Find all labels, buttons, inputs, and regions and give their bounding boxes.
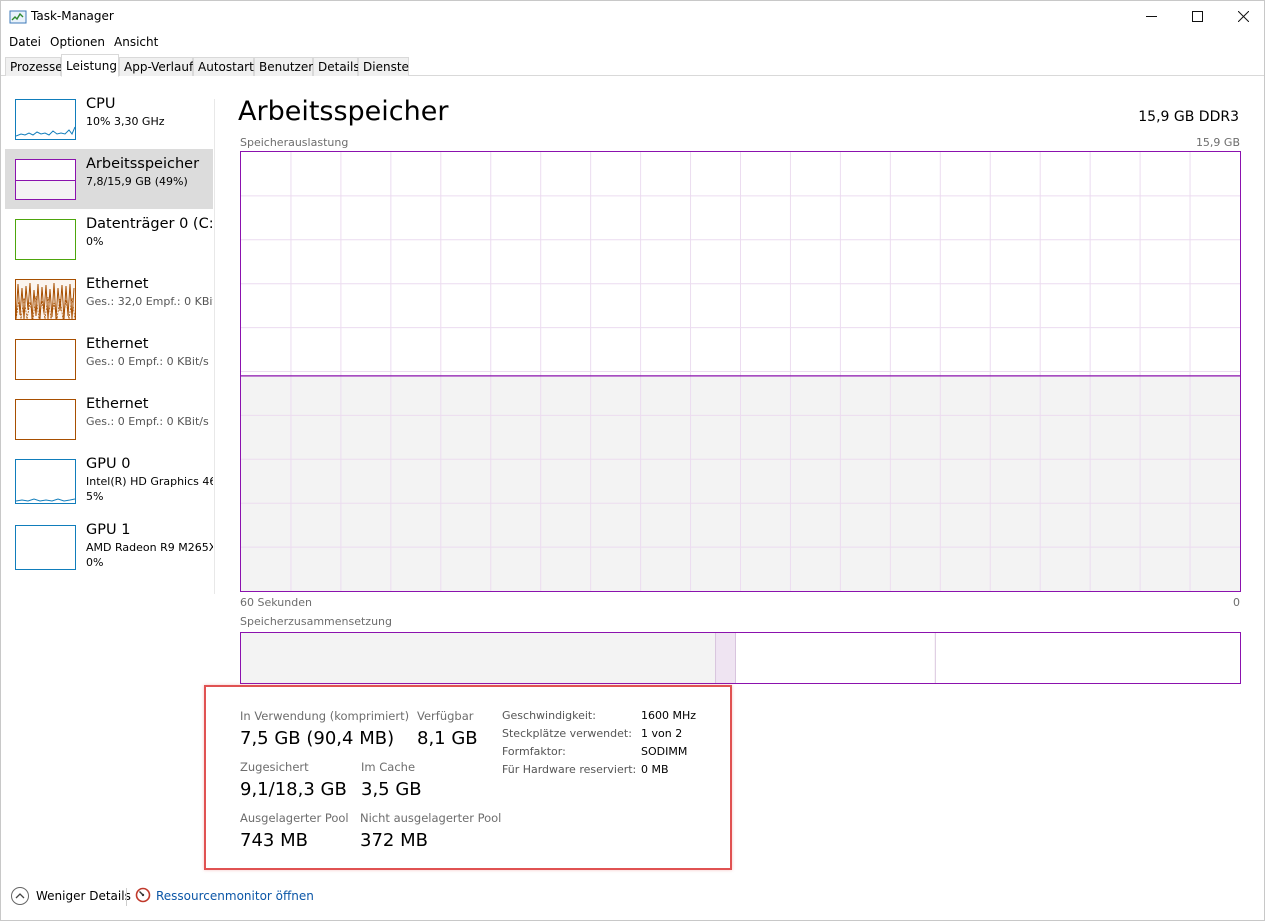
sidebar-item-ethernet-1[interactable]: Ethernet Ges.: 32,0 Empf.: 0 KBit/ — [5, 269, 213, 329]
graph-max-label: 15,9 GB — [1195, 136, 1240, 149]
minimize-button[interactable] — [1128, 1, 1174, 32]
committed-value: 9,1/18,3 GB — [240, 779, 347, 800]
graph-time-right: 0 — [1233, 596, 1240, 609]
slots-value: 1 von 2 — [641, 727, 683, 740]
memory-composition-bar — [240, 632, 1241, 684]
tab-prozesse[interactable]: Prozesse — [5, 57, 63, 76]
memory-spec: 15,9 GB DDR3 — [1138, 109, 1239, 125]
gpu1-thumbnail-graph — [15, 525, 76, 570]
sidebar-item-name: GPU 1 — [86, 522, 131, 538]
gpu0-thumbnail-graph — [15, 459, 76, 504]
nonpaged-pool-value: 372 MB — [360, 830, 428, 851]
in-use-label: In Verwendung (komprimiert) — [240, 709, 410, 723]
close-icon — [1237, 11, 1249, 22]
resource-monitor-icon[interactable] — [135, 887, 151, 903]
sidebar-item-memory[interactable]: Arbeitsspeicher 7,8/15,9 GB (49%) — [5, 149, 213, 209]
menu-bar: Datei Optionen Ansicht — [1, 33, 1264, 53]
tab-bar: Prozesse Leistung App-Verlauf Autostart … — [1, 54, 1264, 77]
window-title: Task-Manager — [31, 9, 114, 23]
sidebar-item-detail: 7,8/15,9 GB (49%) — [86, 175, 188, 188]
sidebar-item-gpu-0[interactable]: GPU 0 Intel(R) HD Graphics 460 5% — [5, 449, 213, 515]
graph-label: Speicherauslastung — [240, 136, 349, 149]
memory-usage-plot — [241, 152, 1240, 591]
page-title: Arbeitsspeicher — [238, 96, 449, 127]
sidebar-item-detail: Ges.: 0 Empf.: 0 KBit/s — [86, 355, 209, 368]
sidebar-item-cpu[interactable]: CPU 10% 3,30 GHz — [5, 89, 213, 149]
sidebar-item-detail: Intel(R) HD Graphics 460 — [86, 475, 213, 488]
disk-thumbnail-graph — [15, 219, 76, 260]
footer-bar: Weniger Details Ressourcenmonitor öffnen — [1, 881, 1264, 913]
sidebar-item-name: Ethernet — [86, 276, 149, 292]
speed-value: 1600 MHz — [641, 709, 697, 722]
task-manager-window: Task-Manager Datei Optionen Ansicht Proz… — [0, 0, 1265, 921]
minimize-icon — [1145, 16, 1157, 17]
graph-time-left: 60 Sekunden — [240, 596, 312, 609]
sidebar-item-name: Datenträger 0 (C: D — [86, 216, 213, 232]
fewer-details-button[interactable]: Weniger Details — [36, 889, 131, 903]
cached-value: 3,5 GB — [361, 779, 422, 800]
slots-label: Steckplätze verwendet: — [502, 727, 632, 740]
sidebar-item-usage: 0% — [86, 556, 104, 569]
resource-monitor-link[interactable]: Ressourcenmonitor öffnen — [156, 889, 314, 903]
sidebar-item-detail: 10% 3,30 GHz — [86, 115, 165, 128]
sidebar-item-ethernet-2[interactable]: Ethernet Ges.: 0 Empf.: 0 KBit/s — [5, 329, 213, 389]
cached-label: Im Cache — [361, 760, 416, 774]
menu-datei[interactable]: Datei — [9, 35, 41, 49]
sidebar-item-name: GPU 0 — [86, 456, 131, 472]
nonpaged-pool-label: Nicht ausgelagerter Pool — [360, 811, 502, 825]
tab-details[interactable]: Details — [313, 57, 360, 76]
memory-usage-graph — [240, 151, 1241, 592]
performance-sidebar: CPU 10% 3,30 GHz Arbeitsspeicher 7,8/15,… — [5, 89, 213, 889]
tab-app-verlauf[interactable]: App-Verlauf — [119, 57, 193, 76]
tab-dienste[interactable]: Dienste — [358, 57, 409, 76]
memory-thumbnail-graph — [15, 159, 76, 200]
menu-ansicht[interactable]: Ansicht — [114, 35, 158, 49]
footer-separator — [126, 888, 127, 906]
sidebar-item-ethernet-3[interactable]: Ethernet Ges.: 0 Empf.: 0 KBit/s — [5, 389, 213, 449]
close-button[interactable] — [1220, 1, 1264, 32]
sidebar-item-usage: 5% — [86, 490, 104, 503]
chevron-up-icon[interactable] — [11, 887, 29, 905]
form-factor-label: Formfaktor: — [502, 745, 566, 758]
sidebar-item-disk[interactable]: Datenträger 0 (C: D 0% — [5, 209, 213, 269]
hardware-reserved-label: Für Hardware reserviert: — [502, 763, 637, 776]
sidebar-item-name: Ethernet — [86, 336, 149, 352]
sidebar-item-name: Ethernet — [86, 396, 149, 412]
tab-autostart[interactable]: Autostart — [193, 57, 254, 76]
committed-label: Zugesichert — [240, 760, 309, 774]
ethernet-thumbnail-graph — [15, 339, 76, 380]
cpu-thumbnail-graph — [15, 99, 76, 140]
sidebar-item-detail: Ges.: 32,0 Empf.: 0 KBit/ — [86, 295, 213, 308]
available-label: Verfügbar — [417, 709, 474, 723]
sidebar-divider — [214, 99, 215, 594]
ethernet-thumbnail-graph — [15, 279, 76, 320]
tab-benutzer[interactable]: Benutzer — [254, 57, 313, 76]
sidebar-item-name: Arbeitsspeicher — [86, 156, 200, 172]
sidebar-item-name: CPU — [86, 96, 116, 112]
speed-label: Geschwindigkeit: — [502, 709, 596, 722]
in-use-value: 7,5 GB (90,4 MB) — [240, 728, 395, 749]
composition-modified — [715, 633, 736, 683]
memory-composition-plot — [241, 633, 936, 683]
title-bar[interactable]: Task-Manager — [1, 1, 1264, 33]
hardware-reserved-value: 0 MB — [641, 763, 669, 776]
maximize-button[interactable] — [1174, 1, 1220, 32]
tab-leistung[interactable]: Leistung — [61, 54, 119, 77]
sidebar-item-detail: Ges.: 0 Empf.: 0 KBit/s — [86, 415, 209, 428]
menu-optionen[interactable]: Optionen — [50, 35, 105, 49]
sidebar-item-gpu-1[interactable]: GPU 1 AMD Radeon R9 M265X 0% — [5, 515, 213, 581]
paged-pool-value: 743 MB — [240, 830, 308, 851]
sidebar-item-detail: AMD Radeon R9 M265X — [86, 541, 213, 554]
available-value: 8,1 GB — [417, 728, 478, 749]
task-manager-icon — [9, 10, 27, 24]
form-factor-value: SODIMM — [641, 745, 688, 758]
composition-in-use — [241, 633, 716, 683]
sidebar-item-detail: 0% — [86, 235, 104, 248]
paged-pool-label: Ausgelagerter Pool — [240, 811, 349, 825]
ethernet-thumbnail-graph — [15, 399, 76, 440]
maximize-icon — [1191, 11, 1203, 22]
composition-label: Speicherzusammensetzung — [240, 615, 392, 628]
